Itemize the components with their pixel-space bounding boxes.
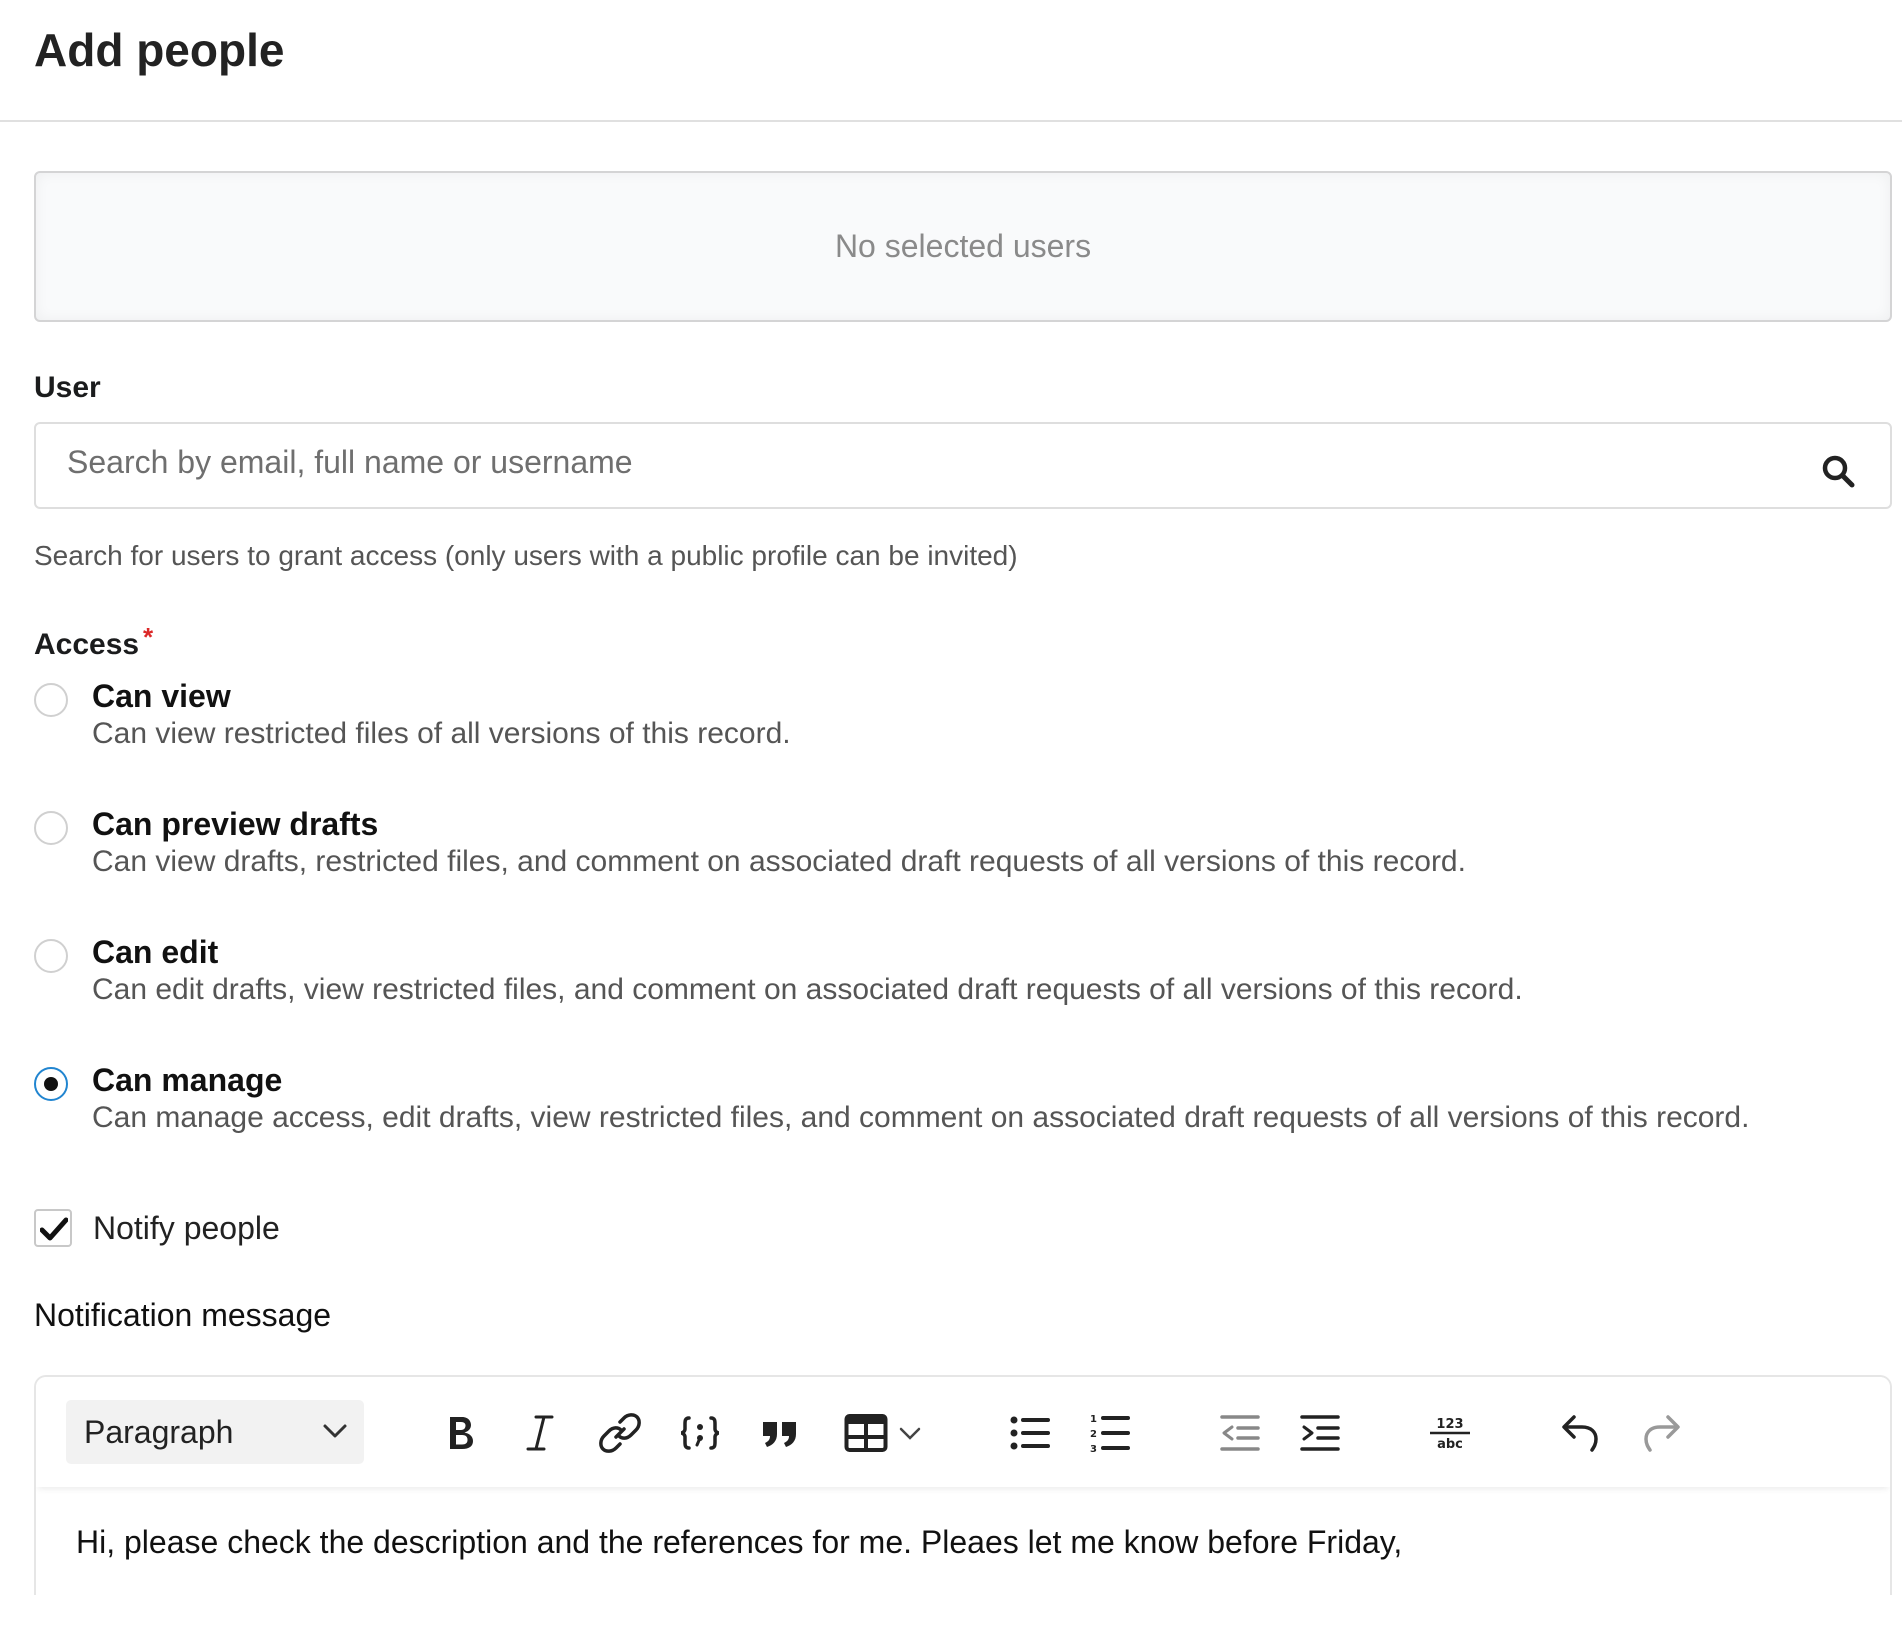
access-option-title[interactable]: Can edit xyxy=(92,933,1892,971)
notification-message-editor: Paragraph 1 2 3 123 abc Hi, please check… xyxy=(34,1375,1892,1595)
access-option-description: Can view restricted files of all version… xyxy=(92,717,791,750)
selected-users-empty-text: No selected users xyxy=(834,228,1092,264)
notify-people-checkbox[interactable] xyxy=(34,1209,72,1247)
access-option-can-manage[interactable]: Can manage Can manage access, edit draft… xyxy=(34,1061,1892,1134)
code-block-button[interactable] xyxy=(674,1407,726,1459)
radio-can-preview-drafts[interactable] xyxy=(34,811,68,845)
editor-content[interactable]: Hi, please check the description and the… xyxy=(36,1487,1890,1561)
block-format-select[interactable]: Paragraph xyxy=(66,1400,364,1464)
access-field-label: Access * xyxy=(34,622,153,663)
redo-button[interactable] xyxy=(1636,1407,1688,1459)
block-format-value: Paragraph xyxy=(84,1413,234,1450)
bold-button[interactable] xyxy=(434,1407,486,1459)
access-option-description: Can edit drafts, view restricted files, … xyxy=(92,973,1523,1006)
numbered-list-button[interactable]: 1 2 3 xyxy=(1084,1407,1136,1459)
character-count-bottom: abc xyxy=(1437,1437,1463,1452)
bullet-list-button[interactable] xyxy=(1004,1407,1056,1459)
svg-text:1: 1 xyxy=(1090,1414,1097,1425)
character-count-button[interactable]: 123 abc xyxy=(1420,1407,1480,1459)
indent-button[interactable] xyxy=(1294,1407,1346,1459)
access-option-title[interactable]: Can view xyxy=(92,677,1892,715)
code-block-icon xyxy=(680,1416,720,1450)
undo-icon xyxy=(1562,1415,1598,1452)
chevron-down-icon xyxy=(323,1424,347,1438)
access-label-text: Access xyxy=(34,628,140,661)
access-option-can-preview-drafts[interactable]: Can preview drafts Can view drafts, rest… xyxy=(34,805,1892,878)
add-people-form: No selected users User Search for users … xyxy=(0,122,1902,1595)
outdent-button[interactable] xyxy=(1214,1407,1266,1459)
notify-people-row[interactable]: Notify people xyxy=(34,1208,1892,1248)
outdent-icon xyxy=(1220,1415,1260,1451)
redo-icon xyxy=(1644,1415,1680,1452)
checkmark-icon xyxy=(40,1217,68,1241)
access-option-can-edit[interactable]: Can edit Can edit drafts, view restricte… xyxy=(34,933,1892,1006)
svg-text:3: 3 xyxy=(1090,1444,1097,1454)
notify-people-label[interactable]: Notify people xyxy=(93,1210,280,1246)
chevron-down-icon xyxy=(899,1427,921,1440)
table-icon xyxy=(844,1414,888,1452)
numbered-list-icon: 1 2 3 xyxy=(1090,1414,1130,1454)
character-count-icon: 123 abc xyxy=(1430,1417,1470,1452)
radio-can-edit[interactable] xyxy=(34,939,68,973)
user-field-label: User xyxy=(34,371,101,404)
blockquote-icon xyxy=(763,1422,796,1447)
access-option-can-view[interactable]: Can view Can view restricted files of al… xyxy=(34,677,1892,750)
editor-toolbar: Paragraph 1 2 3 123 abc xyxy=(36,1377,1890,1487)
indent-icon xyxy=(1300,1415,1340,1451)
radio-can-view[interactable] xyxy=(34,683,68,717)
user-search-input[interactable] xyxy=(36,424,1890,507)
link-button[interactable] xyxy=(594,1407,646,1459)
character-count-top: 123 xyxy=(1436,1417,1463,1432)
user-search-help-text: Search for users to grant access (only u… xyxy=(34,540,1018,571)
access-option-description: Can view drafts, restricted files, and c… xyxy=(92,845,1466,878)
required-marker: * xyxy=(142,622,154,652)
radio-can-manage[interactable] xyxy=(34,1067,68,1101)
bold-icon xyxy=(450,1417,473,1449)
access-option-description: Can manage access, edit drafts, view res… xyxy=(92,1101,1750,1134)
selected-users-panel: No selected users xyxy=(34,171,1892,322)
access-option-title[interactable]: Can preview drafts xyxy=(92,805,1892,843)
user-search-field xyxy=(34,422,1892,509)
notification-message-label: Notification message xyxy=(34,1297,332,1333)
bullet-list-icon xyxy=(1010,1416,1050,1450)
access-option-title[interactable]: Can manage xyxy=(92,1061,1892,1099)
svg-text:2: 2 xyxy=(1090,1429,1097,1440)
undo-button[interactable] xyxy=(1554,1407,1606,1459)
link-icon xyxy=(599,1413,641,1453)
page-header: Add people xyxy=(0,0,1902,122)
page-title: Add people xyxy=(34,24,285,76)
table-button[interactable] xyxy=(836,1407,930,1459)
italic-button[interactable] xyxy=(514,1407,566,1459)
italic-icon xyxy=(526,1415,554,1451)
blockquote-button[interactable] xyxy=(754,1407,806,1459)
search-icon[interactable] xyxy=(1820,453,1856,489)
